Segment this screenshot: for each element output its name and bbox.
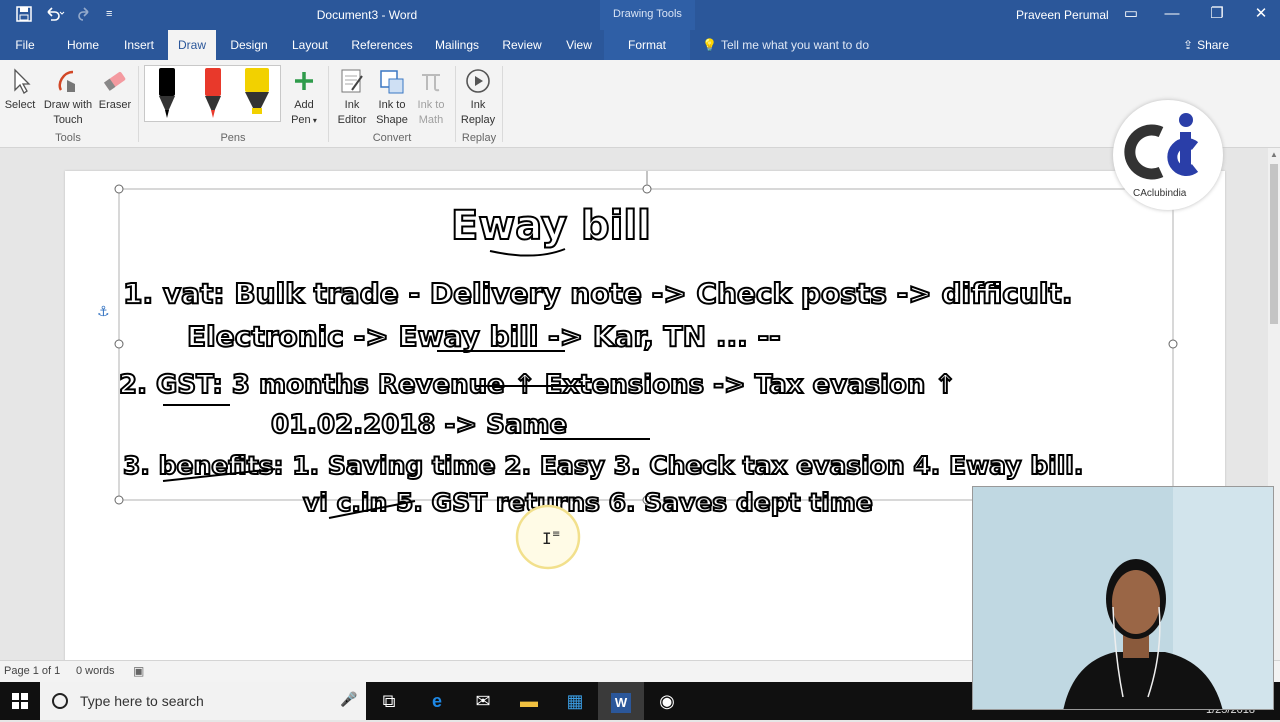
- tell-me-text: Tell me what you want to do: [720, 38, 870, 52]
- share-button[interactable]: ⇪ Share: [1183, 30, 1229, 60]
- select-label: Select: [4, 99, 36, 111]
- replay-icon: [466, 69, 490, 93]
- tell-me-box[interactable]: 💡 Tell me what you want to do: [702, 30, 869, 60]
- ink-to-math-button[interactable]: Ink to Math: [412, 66, 450, 128]
- draw-touch-icon: [58, 70, 75, 92]
- taskbar-search-box[interactable]: Type here to search 🎤: [40, 682, 366, 720]
- cortana-circle-icon: [52, 693, 68, 709]
- replay-group-label: Replay: [461, 132, 497, 144]
- draw-with-touch-button[interactable]: Draw with Touch: [40, 66, 96, 128]
- select-button[interactable]: Select: [4, 66, 36, 113]
- group-separator: [328, 66, 329, 142]
- search-placeholder: Type here to search: [80, 693, 204, 709]
- tab-file[interactable]: File: [8, 30, 42, 60]
- ink-line-5: 3. benefits: 1. Saving time 2. Easy 3. C…: [123, 451, 1083, 480]
- add-pen-label-2: Pen: [291, 114, 311, 126]
- store-icon[interactable]: ▦: [552, 682, 598, 720]
- windows-start-icon[interactable]: [0, 682, 40, 720]
- eraser-button[interactable]: Eraser: [98, 66, 132, 113]
- scroll-thumb[interactable]: [1270, 164, 1278, 324]
- tab-references[interactable]: References: [348, 30, 416, 60]
- red-pen[interactable]: [205, 68, 221, 118]
- ink-editor-label-2: Editor: [337, 114, 367, 126]
- microphone-icon[interactable]: 🎤: [340, 691, 357, 708]
- tab-home[interactable]: Home: [60, 30, 106, 60]
- ink-replay-button[interactable]: Ink Replay: [458, 66, 498, 128]
- file-explorer-icon[interactable]: ▬: [506, 682, 552, 720]
- word-count[interactable]: 0 words: [76, 665, 115, 677]
- task-view-icon[interactable]: ⧉: [366, 682, 412, 720]
- eraser-icon: [103, 71, 126, 91]
- convert-group-label: Convert: [372, 132, 412, 144]
- maximize-button[interactable]: ❐: [1202, 4, 1232, 26]
- ribbon-tabs: File Home Insert Draw Design Layout Refe…: [0, 30, 1280, 60]
- black-pen[interactable]: [159, 68, 175, 118]
- drawing-tools-context-label: Drawing Tools: [600, 0, 695, 30]
- lightbulb-icon: 💡: [702, 38, 717, 52]
- ink-to-shape-button[interactable]: Ink to Shape: [372, 66, 412, 128]
- ink-to-math-label-2: Math: [418, 114, 444, 126]
- eraser-label: Eraser: [98, 99, 132, 111]
- paragraph-align-icon: ≡: [552, 529, 560, 540]
- ink-title: Eway bill: [451, 203, 651, 249]
- edge-icon[interactable]: e: [414, 682, 460, 720]
- webcam-overlay: [972, 486, 1274, 710]
- tab-layout[interactable]: Layout: [286, 30, 334, 60]
- ink-line-4: 01.02.2018 -> Same: [271, 410, 567, 440]
- ink-to-shape-label-2: Shape: [376, 114, 408, 126]
- tab-draw[interactable]: Draw: [168, 30, 216, 60]
- scroll-up-arrow[interactable]: ▲: [1270, 150, 1278, 159]
- tab-view[interactable]: View: [560, 30, 598, 60]
- word-app-icon[interactable]: W: [598, 682, 644, 720]
- mail-icon[interactable]: ✉: [460, 682, 506, 720]
- ink-line-2: Electronic -> Eway bill -> Kar, TN ... -…: [187, 320, 781, 353]
- minimize-button[interactable]: —: [1157, 4, 1187, 26]
- pens-gallery: [144, 65, 281, 122]
- ink-replay-label-1: Ink: [470, 99, 486, 111]
- ink-to-shape-icon: [380, 70, 404, 94]
- tab-mailings[interactable]: Mailings: [430, 30, 484, 60]
- tab-insert[interactable]: Insert: [118, 30, 160, 60]
- pointer-icon: [14, 68, 31, 94]
- plus-icon: [295, 72, 313, 90]
- logo-text: CAclubindia: [1133, 188, 1187, 199]
- draw-touch-label-2: Touch: [53, 114, 83, 126]
- close-button[interactable]: ✕: [1246, 4, 1276, 26]
- group-separator: [502, 66, 503, 142]
- add-pen-button[interactable]: Add Pen ▾: [286, 66, 322, 128]
- ink-line-1: 1. vat: Bulk trade - Delivery note -> Ch…: [123, 277, 1072, 310]
- ribbon-display-options-icon[interactable]: ▭: [1116, 4, 1146, 26]
- title-bar: ≡ Document3 - Word Drawing Tools Praveen…: [0, 0, 1280, 30]
- caclubindia-logo: CAclubindia: [1113, 100, 1223, 210]
- group-separator: [138, 66, 139, 142]
- cortana-app-icon[interactable]: ◉: [644, 682, 690, 720]
- page-count[interactable]: Page 1 of 1: [4, 665, 60, 677]
- tools-group-label: Tools: [55, 132, 81, 144]
- pi-icon: [422, 74, 440, 92]
- draw-touch-label-1: Draw with: [43, 99, 93, 111]
- tab-format[interactable]: Format: [604, 30, 690, 60]
- ink-editor-button[interactable]: Ink Editor: [334, 66, 370, 128]
- ink-editor-icon: [341, 69, 363, 93]
- tab-design[interactable]: Design: [226, 30, 272, 60]
- anchor-icon: ⚓: [97, 304, 110, 320]
- share-icon: ⇪: [1183, 38, 1194, 52]
- ink-editor-label-1: Ink: [344, 99, 360, 111]
- proofing-icon[interactable]: ▣: [133, 664, 144, 678]
- pens-group-label: Pens: [220, 132, 246, 144]
- yellow-highlighter[interactable]: [245, 68, 269, 114]
- tab-review[interactable]: Review: [498, 30, 546, 60]
- person-face: [1112, 570, 1160, 634]
- user-name[interactable]: Praveen Perumal: [1016, 8, 1109, 22]
- ink-to-math-label-1: Ink to: [417, 99, 445, 111]
- share-label: Share: [1197, 38, 1230, 52]
- ink-replay-label-2: Replay: [460, 114, 496, 126]
- ink-to-shape-label-1: Ink to: [378, 99, 406, 111]
- group-separator: [455, 66, 456, 142]
- add-pen-label-1: Add: [294, 99, 314, 111]
- text-cursor-icon: I: [542, 529, 552, 548]
- ink-line-6: vi c.in 5. GST returns 6. Saves dept tim…: [303, 488, 873, 517]
